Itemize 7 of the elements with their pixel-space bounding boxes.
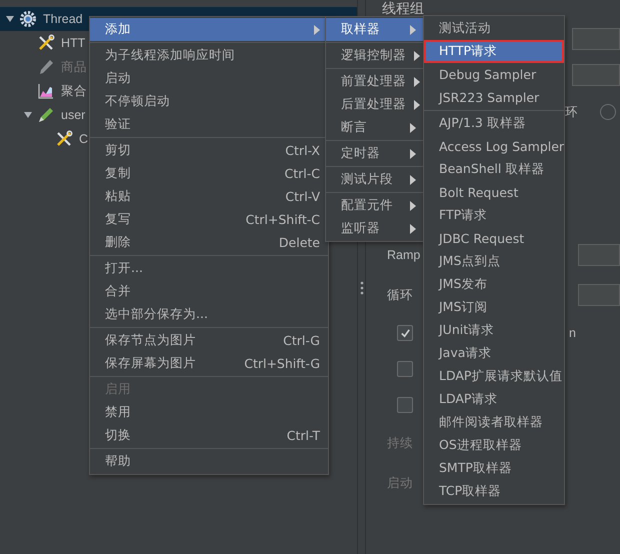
field-label: 持续 xyxy=(387,434,413,452)
field-label: Ramp xyxy=(387,248,420,262)
checkbox-label: n xyxy=(569,326,576,340)
option-label: 环 xyxy=(565,104,578,120)
field-label: 启动 xyxy=(387,474,413,492)
panel-title: 线程组 xyxy=(382,0,425,19)
field-label: 循环 xyxy=(387,286,413,304)
